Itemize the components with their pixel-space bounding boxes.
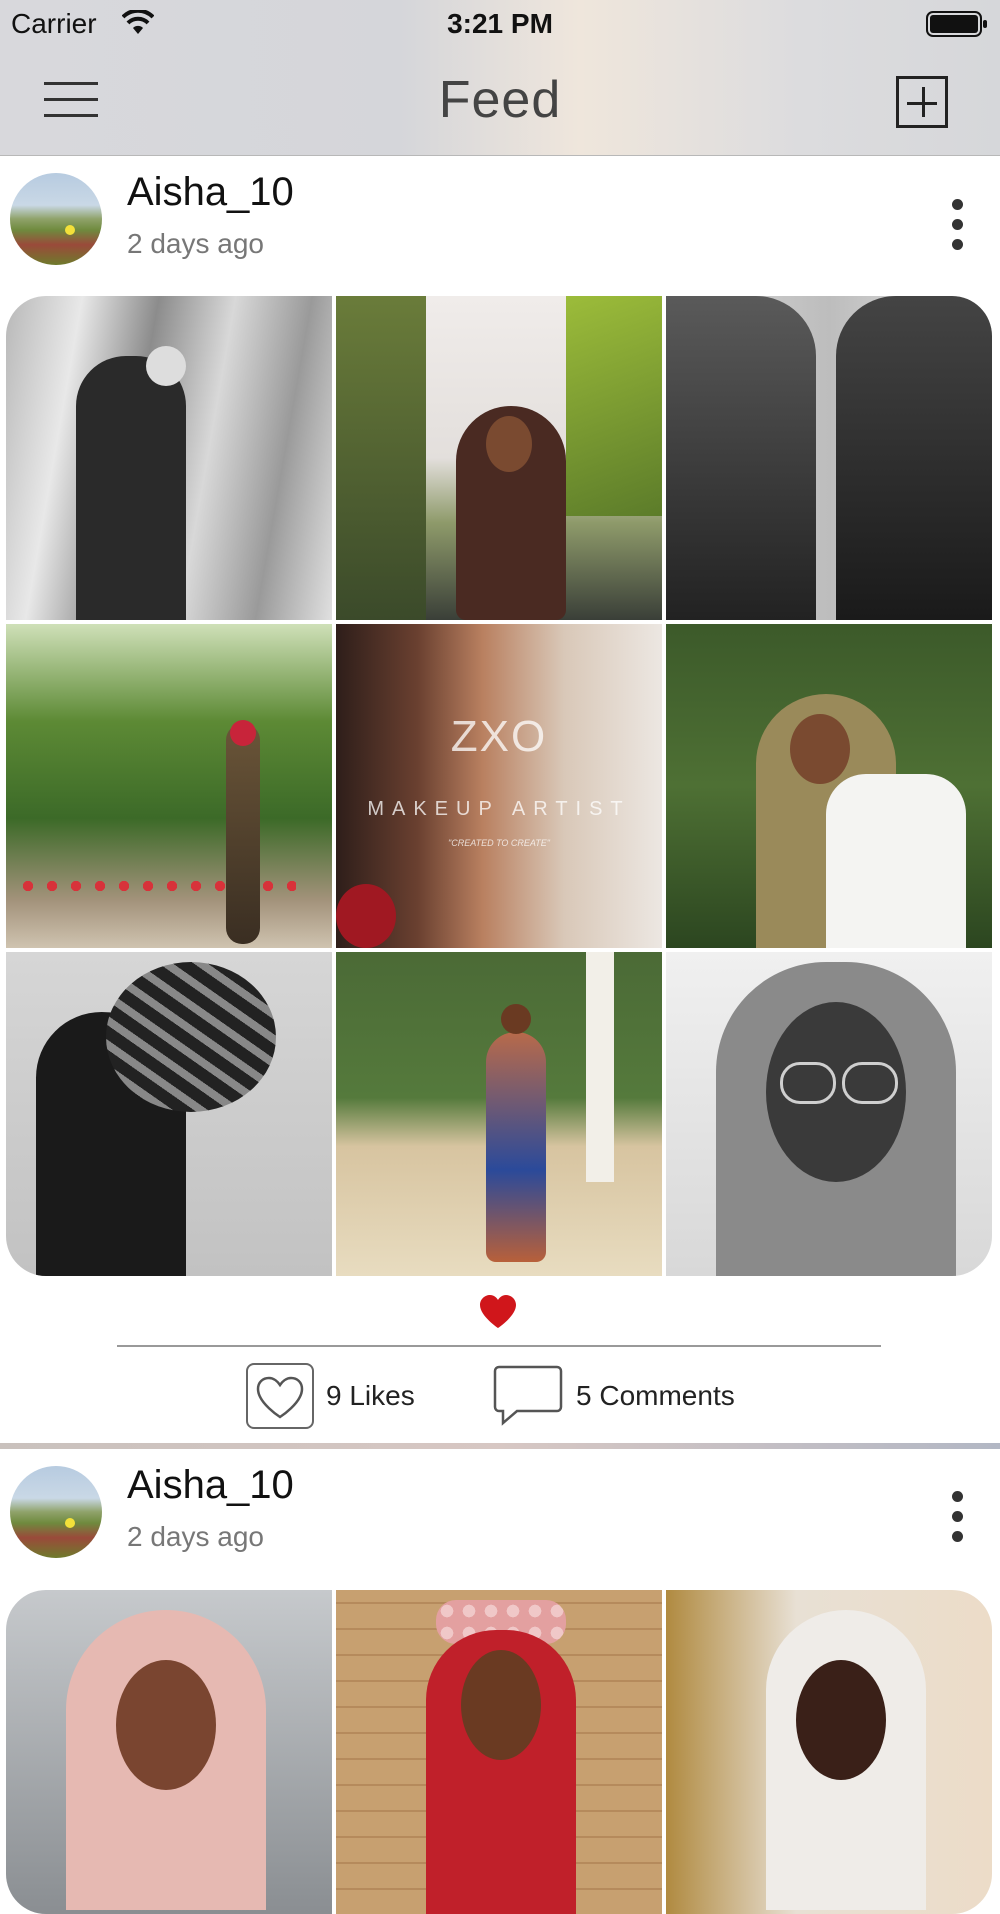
post-separator [0,1443,1000,1449]
photo-grid [6,1590,992,1914]
photo-tile[interactable] [336,952,662,1276]
comment-bubble-icon[interactable] [493,1365,563,1427]
photo-tile[interactable] [6,952,332,1276]
avatar[interactable] [10,1466,102,1558]
clock-label: 3:21 PM [447,8,553,39]
more-options-icon[interactable] [950,199,966,253]
post-divider [117,1345,881,1347]
watermark-tag: "CREATED TO CREATE" [448,838,550,848]
photo-tile[interactable]: ZXO MAKEUP ARTIST "CREATED TO CREATE" [336,624,662,948]
photo-tile[interactable] [6,1590,332,1914]
watermark-line: MAKEUP ARTIST [367,798,631,820]
avatar[interactable] [10,173,102,265]
page-title: Feed [438,71,562,129]
photo-tile[interactable] [666,1590,992,1914]
watermark-logo: ZXO [450,712,548,761]
more-options-icon[interactable] [950,1491,966,1545]
photo-tile[interactable] [666,624,992,948]
likes-count[interactable]: 9 Likes [326,1380,415,1412]
photo-tile[interactable] [666,296,992,620]
liked-heart-icon[interactable] [478,1294,518,1330]
photo-tile[interactable] [6,624,332,948]
comments-count[interactable]: 5 Comments [576,1380,735,1412]
photo-tile[interactable] [666,952,992,1276]
photo-grid: ZXO MAKEUP ARTIST "CREATED TO CREATE" [6,296,992,1276]
add-post-button[interactable] [896,76,948,128]
photo-tile[interactable] [336,1590,662,1914]
photo-tile[interactable] [336,296,662,620]
nav-header: Carrier 3:21 PM Feed [0,0,1000,156]
post-timestamp: 2 days ago [127,1521,264,1552]
battery-icon [926,11,987,37]
post-username[interactable]: Aisha_10 [127,170,294,215]
photo-tile[interactable] [6,296,332,620]
post-timestamp: 2 days ago [127,228,264,259]
status-bar: Carrier 3:21 PM [0,0,1000,52]
post-username[interactable]: Aisha_10 [127,1463,294,1508]
heart-outline-icon[interactable] [246,1363,314,1429]
